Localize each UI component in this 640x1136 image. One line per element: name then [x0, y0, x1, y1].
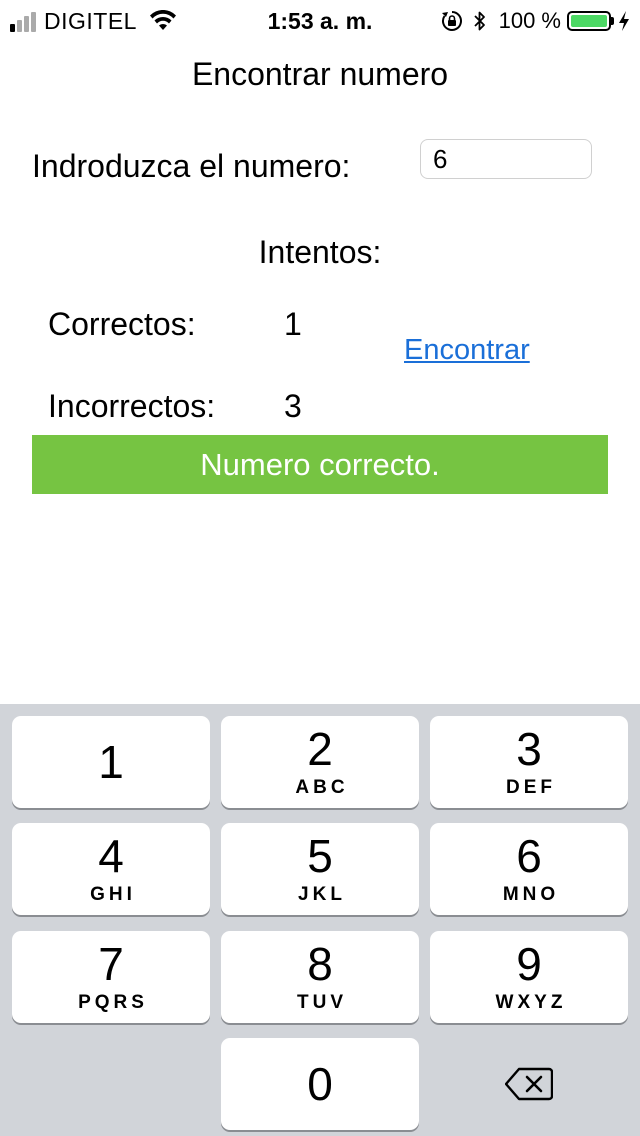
key-letters: GHI	[90, 884, 136, 905]
result-banner: Numero correcto.	[32, 435, 608, 494]
page-title: Encontrar numero	[191, 56, 449, 92]
key-digit: 2	[307, 723, 333, 775]
key-letters: DEF	[506, 777, 556, 798]
key-digit: 1	[98, 736, 124, 788]
key-7[interactable]: 7 PQRS	[12, 931, 210, 1023]
key-digit: 9	[516, 938, 542, 990]
key-digit: 6	[516, 830, 542, 882]
battery-icon	[567, 11, 611, 31]
key-letters: ABC	[295, 777, 349, 798]
status-bar-right: 100 %	[441, 8, 630, 34]
key-6[interactable]: 6 MNO	[430, 823, 628, 915]
key-9[interactable]: 9 WXYZ	[430, 931, 628, 1023]
correct-count: 1	[284, 306, 302, 342]
charging-bolt-icon	[619, 11, 629, 31]
key-digit: 5	[307, 830, 333, 882]
battery-nub	[611, 17, 614, 25]
key-digit: 0	[307, 1058, 333, 1110]
key-letters: PQRS	[78, 992, 148, 1013]
status-bar: DIGITEL 1:53 a. m. 100 %	[0, 0, 640, 40]
battery-fill	[571, 15, 607, 27]
key-8[interactable]: 8 TUV	[221, 931, 419, 1023]
find-button[interactable]: Encontrar	[404, 334, 530, 367]
orientation-lock-icon	[441, 11, 462, 31]
key-3[interactable]: 3 DEF	[430, 716, 628, 808]
key-letters: MNO	[502, 884, 560, 905]
attempts-heading: Intentos:	[258, 234, 382, 270]
key-digit: 7	[98, 938, 124, 990]
key-digit: 4	[98, 830, 124, 882]
incorrect-label: Incorrectos:	[48, 388, 216, 424]
number-input[interactable]	[420, 139, 592, 179]
correct-label: Correctos:	[48, 306, 196, 342]
key-0[interactable]: 0	[221, 1038, 419, 1130]
key-digit: 3	[516, 723, 542, 775]
key-letters: WXYZ	[495, 992, 567, 1013]
bluetooth-icon	[473, 11, 485, 31]
key-5[interactable]: 5 JKL	[221, 823, 419, 915]
incorrect-count: 3	[284, 388, 302, 424]
number-input-label: Indroduzca el numero:	[32, 148, 351, 184]
key-digit: 8	[307, 938, 333, 990]
key-letters: TUV	[297, 992, 347, 1013]
numeric-keypad: 1 2 ABC 3 DEF 4 GHI 5 JKL 6 MNO 7 PQRS 8…	[0, 704, 640, 1136]
delete-key[interactable]	[430, 1038, 628, 1130]
key-letters: JKL	[298, 884, 346, 905]
battery-percent: 100 %	[498, 8, 561, 33]
key-1[interactable]: 1	[12, 716, 210, 808]
backspace-icon	[505, 1067, 553, 1101]
key-2[interactable]: 2 ABC	[221, 716, 419, 808]
screen: DIGITEL 1:53 a. m. 100 % Encontrar numer…	[0, 0, 640, 1136]
key-4[interactable]: 4 GHI	[12, 823, 210, 915]
